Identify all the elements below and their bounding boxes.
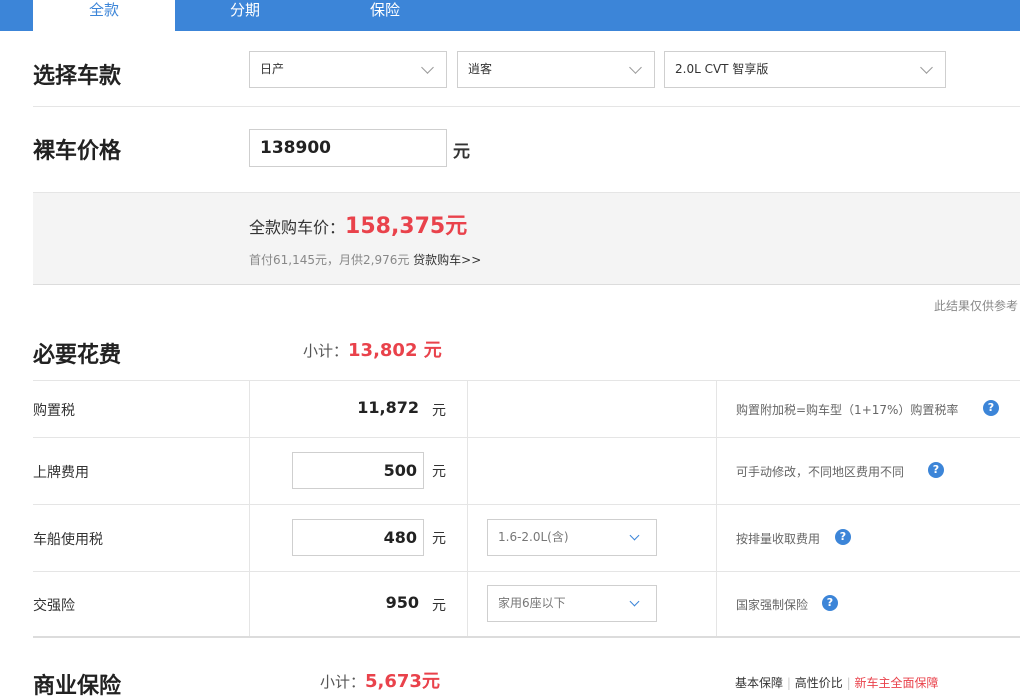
- required-subtotal: 小计：13,802 元: [303, 339, 442, 363]
- displacement-select[interactable]: 1.6-2.0L(含): [487, 519, 657, 556]
- unit: 元: [432, 531, 446, 547]
- row-note: 国家强制保险: [736, 598, 809, 612]
- series-select-value: 逍客: [468, 62, 493, 76]
- separator: |: [786, 676, 791, 690]
- tab-insurance[interactable]: 保险: [330, 0, 440, 31]
- commercial-subtotal: 小计：5,673元: [320, 670, 440, 694]
- vehicle-tax-input[interactable]: 480: [292, 519, 424, 556]
- table-divider: [33, 636, 1020, 638]
- disclaimer: 此结果仅供参考: [933, 299, 1018, 313]
- required-subtotal-label: 小计：: [303, 342, 349, 360]
- unit: 元: [432, 598, 446, 614]
- bare-price-unit: 元: [453, 142, 470, 162]
- commercial-subtotal-value: 5,673元: [365, 671, 440, 692]
- insurance-plan-links: 基本保障 | 高性价比 | 新车主全面保障: [735, 674, 938, 691]
- bare-price-input[interactable]: 138900: [249, 129, 447, 167]
- chevron-down-icon: [421, 61, 434, 74]
- divider: [33, 106, 1020, 107]
- required-subtotal-value: 13,802 元: [348, 340, 442, 361]
- model-select-value: 2.0L CVT 智享版: [675, 62, 769, 76]
- compulsory-insurance-value: 950: [385, 593, 419, 612]
- plan-basic-link[interactable]: 基本保障: [735, 676, 783, 690]
- unit: 元: [432, 403, 446, 419]
- seat-category-select[interactable]: 家用6座以下: [487, 585, 657, 622]
- commercial-subtotal-label: 小计：: [320, 673, 366, 691]
- chevron-down-icon: [920, 61, 933, 74]
- summary-panel: [33, 192, 1020, 285]
- row-label: 上牌费用: [33, 465, 89, 481]
- bare-price-title: 裸车价格: [33, 139, 122, 164]
- total-price-line: 全款购车价：158,375元: [249, 212, 467, 243]
- payment-detail: 首付61,145元，月供2,976元: [249, 253, 410, 267]
- table-row: 车船使用税 480 元 1.6-2.0L(含) 按排量收取费用 ?: [33, 504, 1020, 571]
- required-costs-title: 必要花费: [33, 343, 122, 368]
- model-select[interactable]: 2.0L CVT 智享版: [664, 51, 946, 88]
- tab-full-payment[interactable]: 全款: [33, 0, 175, 31]
- total-price-value: 158,375元: [345, 214, 468, 239]
- question-circle-icon[interactable]: ?: [822, 595, 838, 611]
- table-row: 上牌费用 500 元 可手动修改，不同地区费用不同 ?: [33, 437, 1020, 504]
- select-car-title: 选择车款: [33, 64, 122, 89]
- displacement-select-value: 1.6-2.0L(含): [498, 530, 569, 544]
- chevron-down-icon: [629, 596, 640, 607]
- unit: 元: [432, 464, 446, 480]
- brand-select[interactable]: 日产: [249, 51, 447, 88]
- row-note: 可手动修改，不同地区费用不同: [736, 465, 905, 479]
- series-select[interactable]: 逍客: [457, 51, 655, 88]
- brand-select-value: 日产: [260, 62, 285, 76]
- commercial-insurance-title: 商业保险: [33, 674, 122, 696]
- total-price-label: 全款购车价：: [249, 218, 346, 237]
- table-row: 交强险 950 元 家用6座以下 国家强制保险 ?: [33, 571, 1020, 636]
- row-label: 交强险: [33, 598, 75, 614]
- loan-link[interactable]: 贷款购车>>: [413, 253, 481, 267]
- chevron-down-icon: [629, 61, 642, 74]
- table-row: 购置税 11,872 元 购置附加税=购车型（1+17%）购置税率 ?: [33, 380, 1020, 437]
- plan-value-link[interactable]: 高性价比: [795, 676, 843, 690]
- question-circle-icon[interactable]: ?: [835, 529, 851, 545]
- row-label: 购置税: [33, 403, 75, 419]
- tab-installment[interactable]: 分期: [190, 0, 300, 31]
- seat-category-select-value: 家用6座以下: [498, 596, 566, 610]
- question-circle-icon[interactable]: ?: [983, 400, 999, 416]
- purchase-tax-value: 11,872: [357, 398, 419, 417]
- row-note: 购置附加税=购车型（1+17%）购置税率: [736, 403, 959, 417]
- registration-fee-input[interactable]: 500: [292, 452, 424, 489]
- row-note: 按排量收取费用: [736, 532, 821, 546]
- chevron-down-icon: [629, 530, 640, 541]
- payment-detail-line: 首付61,145元，月供2,976元 贷款购车>>: [249, 251, 481, 268]
- row-label: 车船使用税: [33, 532, 103, 548]
- plan-full-link[interactable]: 新车主全面保障: [854, 676, 938, 690]
- question-circle-icon[interactable]: ?: [928, 462, 944, 478]
- separator: |: [846, 676, 851, 690]
